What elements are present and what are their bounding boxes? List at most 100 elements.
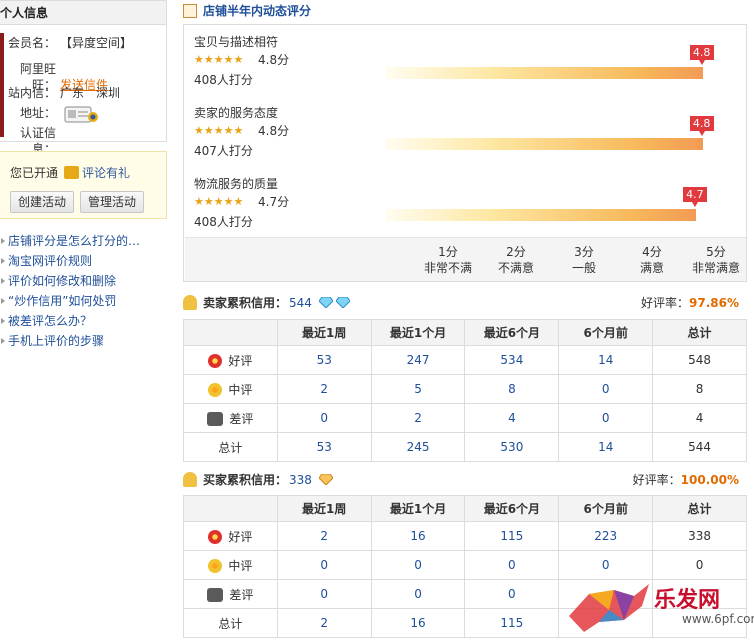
seller-credit-value: 544 — [289, 296, 312, 310]
seller-credit-header: 卖家累积信用： 544 好评率：97.86% — [183, 293, 747, 313]
location-value: 广东 深圳 — [60, 86, 121, 100]
rating-bar — [386, 209, 696, 221]
star-rating-icon: ★★★★★ — [194, 53, 244, 66]
rating-name: 宝贝与描述相符 — [194, 35, 279, 49]
table-header-row: 最近1周 最近1个月 最近6个月 6个月前 总计 — [183, 495, 747, 522]
rating-flag: 4.8 — [689, 45, 714, 65]
credit-link[interactable]: 245 — [370, 432, 466, 462]
manage-activity-button[interactable]: 管理活动 — [80, 191, 144, 213]
diamond-icon — [318, 297, 333, 308]
credit-link[interactable]: 4 — [464, 403, 560, 433]
scale-point: 4分 满意 — [639, 245, 664, 275]
star-rating-icon: ★★★★★ — [194, 124, 244, 137]
id-card-icon[interactable] — [64, 105, 100, 123]
credit-link[interactable]: 53 — [276, 432, 372, 462]
credit-link[interactable]: 0 — [464, 579, 560, 609]
bad-flower-icon — [207, 587, 224, 602]
credit-link[interactable]: 0 — [276, 403, 372, 433]
faq-link[interactable]: 淘宝网评价规则 — [0, 251, 167, 271]
credit-link[interactable]: 14 — [558, 345, 654, 375]
member-label: 会员名： — [7, 36, 56, 50]
rating-section-title: 店铺半年内动态评分 — [183, 2, 311, 20]
scale-point: 1分 非常不满 — [423, 245, 472, 275]
user-icon — [183, 472, 197, 487]
credit-link[interactable]: 2 — [276, 521, 372, 551]
rating-count: 407人打分 — [194, 144, 253, 158]
credit-link[interactable]: 530 — [464, 432, 560, 462]
faq-link[interactable]: 被差评怎么办？ — [0, 311, 167, 331]
credit-link[interactable]: 14 — [558, 432, 654, 462]
good-flower-icon — [208, 529, 223, 544]
gift-line: 您已开通 评论有礼 — [10, 164, 130, 181]
review-gift-link[interactable]: 评论有礼 — [82, 166, 130, 180]
credit-link[interactable]: 2 — [370, 403, 466, 433]
credit-link[interactable]: 0 — [464, 550, 560, 580]
rating-row: 卖家的服务态度 ★★★★★ 4.8分 407人打分 4.8 — [194, 98, 742, 158]
credit-link[interactable]: 2 — [276, 608, 372, 638]
watermark-logo: 乐发网 www.6pf.com — [564, 570, 754, 640]
seller-good-rate: 好评率：97.86% — [641, 296, 739, 310]
credit-link[interactable]: 0 — [276, 579, 372, 609]
credit-link[interactable]: 115 — [464, 608, 560, 638]
mail-row: 站内信： 广东 深圳 — [0, 85, 167, 101]
rating-score: 4.7分 — [258, 195, 290, 209]
table-row: 好评 53 247 534 14 548 — [183, 345, 747, 375]
credit-link[interactable]: 534 — [464, 345, 560, 375]
credit-link[interactable]: 0 — [276, 550, 372, 580]
document-icon — [183, 4, 197, 18]
diamond-icon — [318, 474, 333, 485]
seller-credit-title: 卖家累积信用： — [203, 296, 288, 310]
faq-link[interactable]: 评价如何修改和删除 — [0, 271, 167, 291]
arrow-icon — [1, 258, 5, 264]
seller-credit-table: 最近1周 最近1个月 最近6个月 6个月前 总计 好评 53 247 534 1… — [183, 319, 747, 462]
rating-row: 物流服务的质量 ★★★★★ 4.7分 408人打分 4.7 — [194, 169, 742, 229]
buyer-credit-header: 买家累积信用： 338 好评率：100.00% — [183, 470, 747, 490]
credit-link[interactable]: 0 — [370, 579, 466, 609]
profile-box: 个人信息 会员名： 【异度空间】 阿里旺旺： 发送信件 站内信： 广东 深圳 地址： … — [0, 0, 167, 156]
member-row: 会员名： 【异度空间】 — [0, 35, 167, 51]
scale-point: 3分 一般 — [571, 245, 596, 275]
watermark-brand: 乐发网 — [654, 587, 721, 613]
buyer-good-rate: 好评率：100.00% — [632, 473, 739, 487]
credit-link[interactable]: 115 — [464, 521, 560, 551]
credit-link[interactable]: 8 — [464, 374, 560, 404]
rating-row: 宝贝与描述相符 ★★★★★ 4.8分 408人打分 4.8 — [194, 27, 742, 87]
credit-link[interactable]: 0 — [370, 550, 466, 580]
rating-bar — [386, 67, 703, 79]
rating-flag: 4.7 — [682, 187, 707, 207]
arrow-icon — [1, 238, 5, 244]
rating-name: 物流服务的质量 — [194, 177, 279, 191]
credit-link[interactable]: 0 — [558, 403, 654, 433]
table-header-row: 最近1周 最近1个月 最近6个月 6个月前 总计 — [183, 319, 747, 346]
create-activity-button[interactable]: 创建活动 — [10, 191, 74, 213]
faq-link[interactable]: 手机上评价的步骤 — [0, 331, 167, 351]
neutral-flower-icon — [208, 558, 223, 573]
credit-link[interactable]: 16 — [370, 521, 466, 551]
user-icon — [183, 295, 197, 310]
gift-icon — [64, 166, 80, 179]
credit-link[interactable]: 0 — [558, 374, 654, 404]
star-rating-icon: ★★★★★ — [194, 195, 244, 208]
credit-link[interactable]: 247 — [370, 345, 466, 375]
credit-link[interactable]: 53 — [276, 345, 372, 375]
faq-link[interactable]: “炒作信用”如何处罚 — [0, 291, 167, 311]
arrow-icon — [1, 338, 5, 344]
good-flower-icon — [208, 353, 223, 368]
table-row: 中评 2 5 8 0 8 — [183, 374, 747, 404]
arrow-icon — [1, 278, 5, 284]
diamond-icon — [335, 297, 350, 308]
rating-scale: 1分 非常不满 2分 不满意 3分 一般 4分 满意 5分 非常满意 — [416, 237, 746, 281]
faq-link[interactable]: 店铺评分是怎么打分的… — [0, 231, 167, 251]
credit-link[interactable]: 16 — [370, 608, 466, 638]
credit-link[interactable]: 2 — [276, 374, 372, 404]
member-value: 【异度空间】 — [60, 36, 133, 50]
rating-score: 4.8分 — [258, 124, 290, 138]
faq-list: 店铺评分是怎么打分的… 淘宝网评价规则 评价如何修改和删除 “炒作信用”如何处罚… — [0, 231, 167, 351]
credit-link[interactable]: 223 — [558, 521, 654, 551]
rating-count: 408人打分 — [194, 73, 253, 87]
credit-link[interactable]: 5 — [370, 374, 466, 404]
left-sidebar: 个人信息 会员名： 【异度空间】 阿里旺旺： 发送信件 站内信： 广东 深圳 地址： … — [0, 0, 167, 348]
bull-logo-icon — [569, 584, 649, 632]
address-label: 地址： — [19, 106, 56, 120]
scale-point: 2分 不满意 — [497, 245, 534, 275]
